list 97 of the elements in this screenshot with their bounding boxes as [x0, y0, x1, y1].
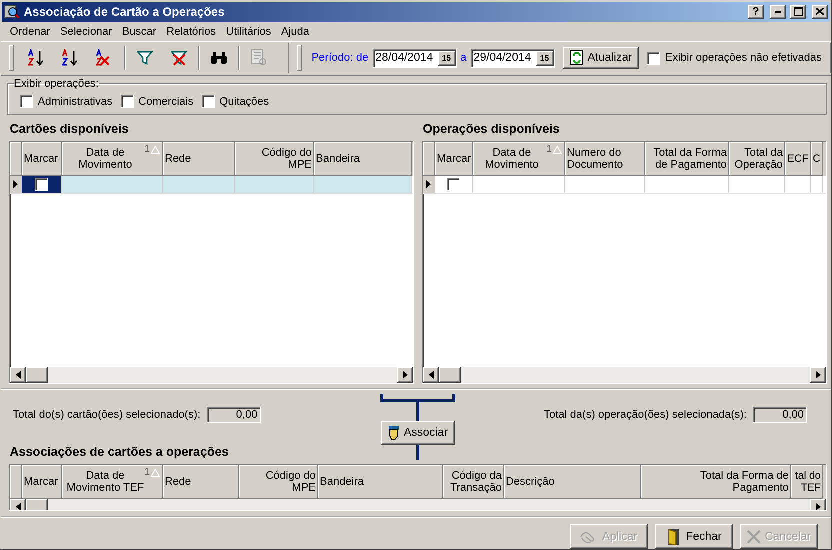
- hand-icon: [388, 424, 400, 440]
- minimize-button[interactable]: [770, 4, 786, 19]
- horizontal-scrollbar[interactable]: [423, 366, 826, 382]
- date-input[interactable]: 29/04/2014: [474, 52, 536, 64]
- close-icon: [816, 8, 824, 16]
- column-header[interactable]: Marcar: [22, 142, 62, 176]
- column-header[interactable]: Rede: [163, 142, 235, 176]
- help-button[interactable]: ?: [748, 4, 764, 19]
- left-arrow-icon: [16, 370, 20, 378]
- total-label: Total da(s) operação(ões) selecionada(s):: [544, 408, 747, 420]
- column-header[interactable]: Total da Forma de Pagamento: [645, 142, 729, 176]
- column-header[interactable]: Data de Movimento 1: [473, 142, 565, 176]
- total-label: Total do(s) cartão(ões) selecionado(s):: [13, 408, 201, 420]
- header-label: Data de Movimento TEF: [66, 470, 145, 494]
- filter-icon: [137, 50, 153, 66]
- column-header[interactable]: ECF: [785, 142, 811, 176]
- maximize-button[interactable]: [790, 4, 806, 19]
- panel-title: Associações de cartões a operações: [9, 444, 230, 461]
- scroll-right-button[interactable]: [810, 366, 826, 382]
- calendar-button[interactable]: 15: [536, 50, 554, 66]
- menu-item[interactable]: Relatórios: [162, 26, 222, 38]
- grid-row[interactable]: [10, 176, 413, 194]
- binoculars-icon: [210, 51, 228, 66]
- checkbox[interactable]: [20, 95, 33, 108]
- calendar-button[interactable]: 15: [438, 50, 456, 66]
- associate-button[interactable]: Associar: [380, 420, 456, 444]
- checkbox[interactable]: [35, 178, 48, 191]
- column-header[interactable]: Total da Forma de Pagamento: [641, 465, 791, 499]
- menu-item[interactable]: Buscar: [117, 26, 162, 38]
- right-arrow-icon: [402, 370, 408, 378]
- group-title: Exibir operações:: [14, 78, 99, 90]
- app-icon: [4, 4, 20, 20]
- column-header[interactable]: Código da Transação: [443, 465, 504, 499]
- checkbox[interactable]: [447, 178, 460, 191]
- minimize-icon: [775, 10, 781, 13]
- scroll-left-button[interactable]: [423, 366, 439, 382]
- scroll-left-button[interactable]: [10, 366, 26, 382]
- cancel-icon: [746, 530, 761, 544]
- header-label: Data de Movimento: [484, 146, 540, 171]
- column-header[interactable]: Marcar: [22, 465, 62, 499]
- scroll-thumb[interactable]: [26, 366, 48, 382]
- clear-filter-icon: [171, 50, 187, 66]
- left-arrow-icon: [16, 503, 20, 510]
- scroll-thumb[interactable]: [439, 366, 461, 382]
- sort-ascending-icon: [28, 49, 46, 68]
- right-arrow-icon: [816, 370, 820, 378]
- close-button[interactable]: [812, 4, 828, 19]
- checkbox-label: Exibir operações não efetivadas: [665, 52, 822, 64]
- sort-descending-icon: [62, 49, 80, 68]
- menu-item[interactable]: Ordenar: [5, 26, 56, 38]
- menu-item[interactable]: Selecionar: [55, 26, 118, 38]
- date-picker[interactable]: 29/04/2014 15: [470, 48, 555, 68]
- panel-title: Operações disponíveis: [422, 120, 561, 138]
- current-row-icon: [13, 180, 18, 189]
- right-arrow-icon: [816, 503, 820, 510]
- scroll-right-button[interactable]: [397, 366, 413, 382]
- total-field: 0,00: [206, 406, 261, 422]
- column-header[interactable]: Numero do Documento: [565, 142, 645, 176]
- refresh-button[interactable]: Atualizar: [562, 47, 640, 70]
- column-header[interactable]: Código do MPE: [239, 465, 318, 499]
- column-header[interactable]: C: [811, 142, 823, 176]
- column-header[interactable]: Data de Movimento 1: [62, 142, 163, 176]
- maximize-icon: [794, 7, 802, 16]
- checkbox-label: Quitações: [220, 96, 270, 108]
- column-header[interactable]: tal do TEF: [791, 465, 823, 499]
- period-label: a: [460, 52, 467, 64]
- column-header[interactable]: Total da Operação: [729, 142, 785, 176]
- total-field: 0,00: [753, 406, 807, 422]
- menu-item[interactable]: Ajuda: [276, 26, 314, 38]
- column-header[interactable]: Marcar: [435, 142, 473, 176]
- column-header[interactable]: Código do MPE: [235, 142, 314, 176]
- sort-indicator: 1: [546, 144, 562, 156]
- close-button[interactable]: Fechar: [655, 524, 733, 549]
- column-header[interactable]: Data de Movimento TEF 1: [62, 465, 163, 499]
- horizontal-scrollbar[interactable]: [10, 366, 413, 382]
- panel-title: Cartões disponíveis: [9, 120, 130, 138]
- column-header[interactable]: Descrição: [504, 465, 641, 499]
- sort-indicator: 1: [144, 467, 160, 479]
- report-icon: [250, 49, 268, 68]
- date-picker[interactable]: 28/04/2014 15: [372, 48, 457, 68]
- column-header[interactable]: Bandeira: [314, 142, 412, 176]
- date-input[interactable]: 28/04/2014: [376, 52, 438, 64]
- refresh-icon: [570, 50, 584, 66]
- sort-indicator: 1: [144, 144, 160, 156]
- current-row-icon: [426, 180, 431, 189]
- column-header[interactable]: Bandeira: [318, 465, 443, 499]
- checkbox-label: Comerciais: [138, 96, 194, 108]
- checkbox[interactable]: [120, 95, 134, 108]
- period-label: Período: de: [312, 52, 369, 64]
- column-header[interactable]: Rede: [163, 465, 239, 499]
- window-title: Associação de Cartão a Operações: [24, 4, 226, 19]
- left-arrow-icon: [428, 370, 434, 378]
- header-label: Data de Movimento: [78, 146, 134, 171]
- checkbox[interactable]: [647, 52, 660, 65]
- menu-item[interactable]: Utilitários: [221, 26, 276, 38]
- checkbox[interactable]: [202, 95, 215, 108]
- checkbox-label: Administrativas: [38, 96, 113, 108]
